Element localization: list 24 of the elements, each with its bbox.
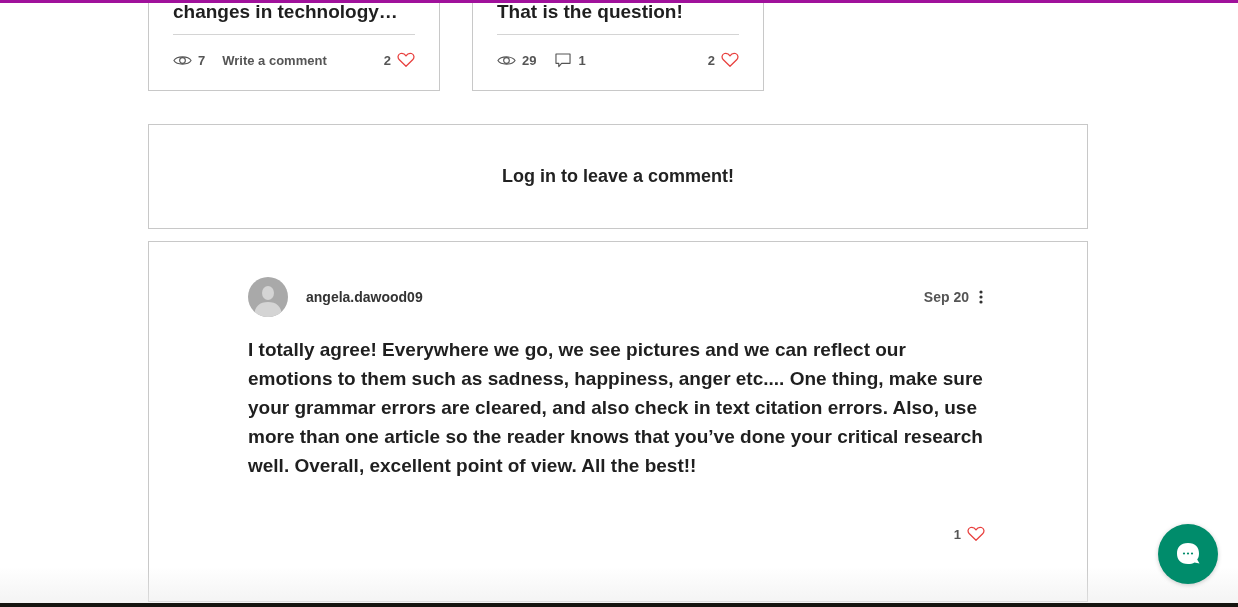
eye-icon — [497, 53, 516, 67]
eye-icon — [173, 53, 192, 67]
more-options-icon[interactable] — [979, 290, 983, 304]
login-link[interactable]: Log in to leave a comment! — [501, 166, 734, 187]
post-title[interactable]: changes in technology… — [173, 0, 415, 25]
chat-icon[interactable] — [1158, 524, 1218, 584]
view-count: 29 — [522, 52, 537, 68]
heart-icon[interactable] — [967, 526, 985, 542]
post-title[interactable]: That is the question! — [497, 0, 739, 25]
write-comment-link[interactable]: Write a comment — [222, 52, 327, 68]
like-count: 1 — [953, 526, 961, 542]
comment-text: I totally agree! Everywhere we go, we see pictures and we can reflect our emotions to them such as sadness, happiness, anger etc.... One thing, make sure your grammar errors are cleared, and also check in text citation errors. Also, use more than one article so the reader knows that you’ve done your critical research well. Overall, excellent point of view. All the best!! — [248, 338, 984, 478]
heart-icon[interactable] — [721, 52, 739, 68]
comment-date: Sep 20 — [923, 289, 969, 305]
like-count: 2 — [707, 52, 715, 68]
view-count: 7 — [198, 52, 206, 68]
comment-icon — [555, 52, 572, 68]
author-name[interactable]: angela.dawood09 — [306, 289, 423, 305]
post-card[interactable]: changes in technology… 7 Write a comment 2 — [148, 0, 440, 91]
comment-count: 1 — [578, 52, 586, 68]
like-count: 2 — [383, 52, 391, 68]
post-card[interactable]: That is the question! 29 1 2 — [472, 0, 764, 91]
heart-icon[interactable] — [397, 52, 415, 68]
avatar-icon[interactable] — [248, 277, 288, 317]
